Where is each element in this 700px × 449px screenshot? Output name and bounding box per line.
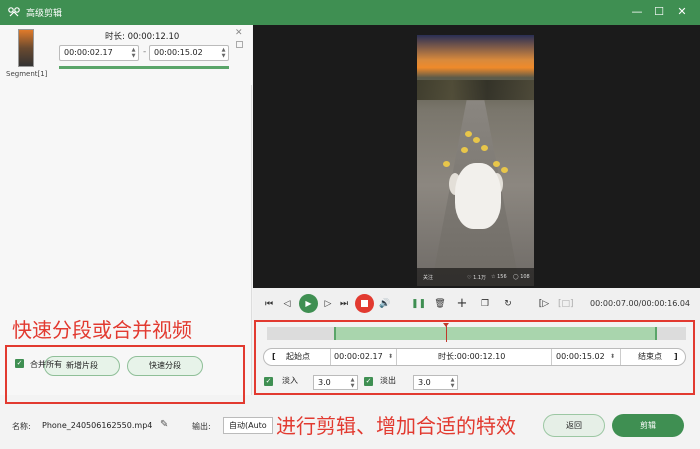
reset-icon[interactable]: ↻: [501, 297, 515, 311]
video-overlay-bar: 关注 ♡ 1.1万 ☆ 156 ◯ 108: [417, 268, 534, 286]
edit-name-icon[interactable]: ✎: [160, 419, 168, 430]
maximize-button[interactable]: ☐: [648, 3, 670, 21]
spinner-icon[interactable]: ▲ ▼: [449, 377, 456, 389]
app-logo-icon: [8, 7, 20, 17]
cut-button[interactable]: 剪辑: [612, 414, 684, 437]
fade-in-label: 淡入: [282, 376, 298, 385]
volume-icon[interactable]: 🔊: [378, 297, 392, 311]
merge-all-label: 合并所有: [30, 360, 62, 369]
range-row: [ 起始点 00:00:02.17 ⬍ 时长:00:00:12.10 00:00…: [263, 348, 686, 366]
segment-card[interactable]: Segment[1] 时长: 00:00:12.10 00:00:02.17 ▲…: [0, 25, 252, 85]
spinner-icon[interactable]: ▲ ▼: [220, 47, 227, 59]
back-button[interactable]: 返回: [543, 414, 605, 437]
play-button[interactable]: ▶: [299, 294, 318, 313]
skip-start-icon[interactable]: ⏮: [262, 297, 276, 311]
start-point-button[interactable]: 起始点: [286, 349, 310, 365]
add-icon[interactable]: +: [455, 297, 469, 311]
fade-out-input[interactable]: 3.0 ▲ ▼: [413, 375, 458, 390]
segment-thumbnail: [18, 29, 34, 67]
segment-end-field[interactable]: 00:00:15.02 ▲ ▼: [149, 45, 229, 61]
output-select[interactable]: 自动(Auto: [223, 417, 273, 434]
quick-split-button[interactable]: 快速分段: [127, 356, 203, 376]
step-back-icon[interactable]: ◁: [280, 297, 294, 311]
minimize-button[interactable]: —: [626, 3, 648, 21]
dog: [455, 163, 501, 229]
annotation-left: 快速分段或合并视频: [12, 318, 192, 342]
merge-all-checkbox[interactable]: ✓: [15, 359, 24, 368]
segment-start-field[interactable]: 00:00:02.17 ▲ ▼: [59, 45, 139, 61]
segment-progress-bar: [59, 66, 229, 69]
window-title: 高级剪辑: [26, 9, 63, 19]
spinner-icon[interactable]: ⬍: [610, 349, 615, 365]
fade-in-checkbox[interactable]: ✓: [264, 377, 273, 386]
spinner-icon[interactable]: ▲ ▼: [130, 47, 137, 59]
mark-in-icon[interactable]: [▷: [537, 297, 551, 311]
copy-icon[interactable]: ❐: [478, 297, 492, 311]
segment-label: Segment[1]: [6, 70, 48, 78]
time-readout: 00:00:07.00/00:00:16.04: [590, 299, 690, 308]
range-dash: -: [143, 47, 147, 57]
fade-out-label: 淡出: [380, 376, 396, 385]
fade-in-input[interactable]: 3.0 ▲ ▼: [313, 375, 358, 390]
step-forward-icon[interactable]: ▷: [321, 297, 335, 311]
bracket-open-icon[interactable]: [: [272, 349, 276, 365]
skip-end-icon[interactable]: ⏭: [337, 297, 351, 311]
annotation-box-left: [5, 345, 245, 404]
video-frame[interactable]: 关注 ♡ 1.1万 ☆ 156 ◯ 108: [417, 35, 534, 286]
end-point-button[interactable]: 结束点: [638, 349, 662, 365]
timeline-selection[interactable]: [334, 327, 657, 340]
bracket-close-icon[interactable]: ]: [674, 349, 678, 365]
segment-duration: 时长: 00:00:12.10: [105, 32, 180, 42]
duration-display: 时长:00:00:12.10: [438, 352, 506, 361]
spinner-icon[interactable]: ▲ ▼: [349, 377, 356, 389]
split-icon[interactable]: ❚❚: [411, 297, 426, 311]
fade-out-checkbox[interactable]: ✓: [364, 377, 373, 386]
playhead[interactable]: [443, 323, 449, 342]
annotation-bottom: 进行剪辑、增加合适的特效: [276, 414, 516, 438]
remove-segment-icon[interactable]: ✕: [235, 28, 243, 38]
mark-out-icon[interactable]: [□]: [558, 297, 574, 311]
start-time-field[interactable]: 00:00:02.17: [334, 349, 383, 365]
video-preview: 关注 ♡ 1.1万 ☆ 156 ◯ 108: [253, 25, 700, 288]
stop-button[interactable]: [355, 294, 374, 313]
end-time-field[interactable]: 00:00:15.02: [556, 349, 605, 365]
output-label: 输出:: [192, 422, 211, 431]
delete-icon[interactable]: 🗑: [433, 297, 447, 311]
close-button[interactable]: ✕: [671, 3, 693, 21]
file-name: Phone_240506162550.mp4: [42, 421, 153, 430]
title-bar: 高级剪辑 — ☐ ✕: [0, 0, 700, 25]
name-label: 名称:: [12, 422, 31, 431]
spinner-icon[interactable]: ⬍: [388, 349, 393, 365]
segment-checkbox[interactable]: [236, 41, 243, 48]
